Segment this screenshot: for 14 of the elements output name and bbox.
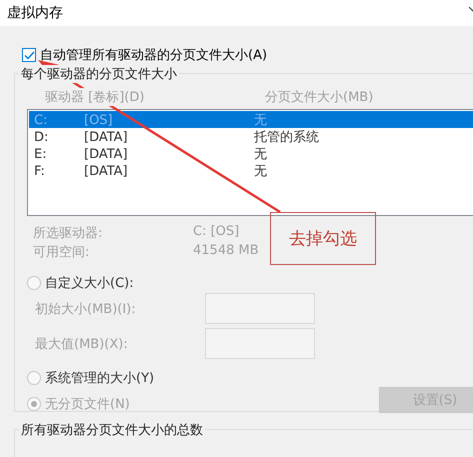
field-label: 最大值(MB)(X): (35, 336, 129, 352)
column-header: 驱动器 [卷标](D) (45, 89, 146, 106)
annotation-callout: 去掉勾选 (270, 212, 376, 265)
info-value: C: [OS] (193, 224, 240, 241)
info-label: 可用空间: (33, 244, 90, 261)
info-label: 所选驱动器: (33, 225, 104, 242)
group-title: 每个驱动器的分页文件大小 (19, 65, 179, 83)
checkbox-label[interactable]: 自动管理所有驱动器的分页文件大小(A) (40, 46, 268, 64)
column-header: 分页文件大小(MB) (265, 89, 374, 106)
checkbox[interactable] (22, 48, 36, 62)
window-title: 虚拟内存 (7, 4, 63, 22)
group-title: 所有驱动器分页文件大小的总数 (19, 421, 205, 439)
info-value: 41548 MB (193, 243, 259, 260)
field-label: 初始大小(MB)(I): (35, 300, 137, 318)
